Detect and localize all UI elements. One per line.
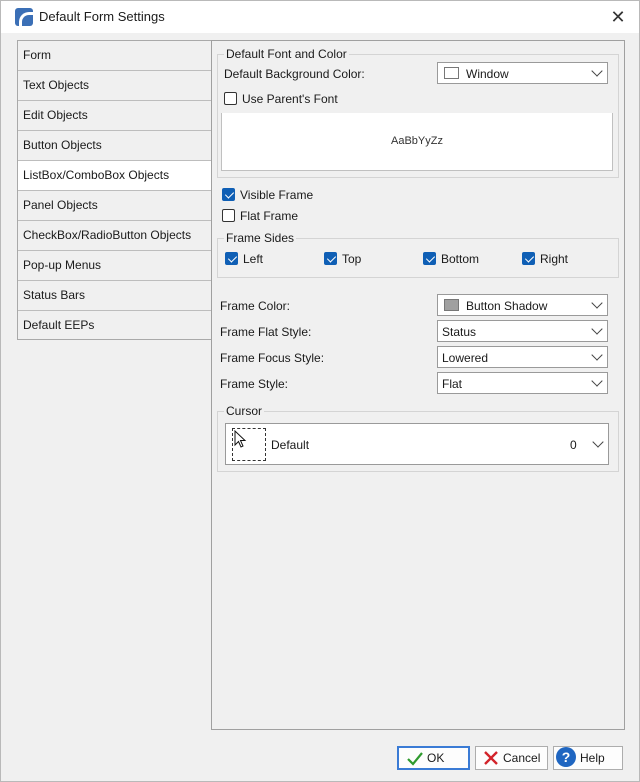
default-background-color-label: Default Background Color: xyxy=(224,67,365,81)
nav-item-panel-objects[interactable]: Panel Objects xyxy=(18,191,211,221)
cancel-button-label: Cancel xyxy=(503,751,541,765)
arrow-cursor-icon xyxy=(232,428,266,461)
chevron-down-icon xyxy=(591,323,603,335)
nav-item-default-eeps[interactable]: Default EEPs xyxy=(18,311,211,341)
frame-side-top-label: Top xyxy=(342,252,362,266)
frame-color-value: Button Shadow xyxy=(466,299,548,313)
chevron-down-icon xyxy=(591,297,603,309)
frame-flat-style-value: Status xyxy=(442,325,477,339)
frame-style-dropdown[interactable]: Flat xyxy=(437,372,608,394)
chevron-down-icon xyxy=(591,349,603,361)
category-list: Form Text Objects Edit Objects Button Ob… xyxy=(17,40,212,340)
background-color-value: Window xyxy=(466,67,509,81)
dialog-window: Default Form Settings ✕ Form Text Object… xyxy=(0,0,640,782)
frame-side-bottom-checkbox[interactable] xyxy=(423,252,436,265)
ok-button[interactable]: OK xyxy=(397,746,470,770)
frame-flat-style-label: Frame Flat Style: xyxy=(220,325,312,339)
help-button-label: Help xyxy=(580,751,605,765)
frame-color-label: Frame Color: xyxy=(220,299,291,313)
frame-side-left-checkbox[interactable] xyxy=(225,252,238,265)
frame-style-label: Frame Style: xyxy=(220,377,289,391)
frame-side-bottom-label: Bottom xyxy=(441,252,480,266)
use-parent-font-checkbox[interactable] xyxy=(224,92,237,105)
close-icon[interactable]: ✕ xyxy=(607,6,629,28)
font-color-group-title: Default Font and Color xyxy=(224,47,349,61)
frame-side-top-checkbox[interactable] xyxy=(324,252,337,265)
font-sample-text: AaBbYyZz xyxy=(391,135,443,147)
frame-focus-style-dropdown[interactable]: Lowered xyxy=(437,346,608,368)
cancel-x-icon xyxy=(484,751,498,765)
cursor-name: Default xyxy=(271,438,310,452)
visible-frame-label: Visible Frame xyxy=(240,188,314,202)
nav-item-popup-menus[interactable]: Pop-up Menus xyxy=(18,251,211,281)
frame-color-swatch xyxy=(444,299,459,311)
frame-focus-style-value: Lowered xyxy=(442,351,489,365)
cancel-button[interactable]: Cancel xyxy=(475,746,548,770)
frame-side-left-label: Left xyxy=(243,252,264,266)
checkmark-icon xyxy=(407,752,423,766)
help-button[interactable]: ? Help xyxy=(553,746,623,770)
app-icon xyxy=(15,8,33,26)
font-preview: AaBbYyZz xyxy=(221,113,613,171)
background-color-dropdown[interactable]: Window xyxy=(437,62,608,84)
help-icon: ? xyxy=(556,747,576,767)
frame-sides-group-title: Frame Sides xyxy=(224,231,297,245)
frame-style-value: Flat xyxy=(442,377,463,391)
nav-item-checkbox-radiobutton-objects[interactable]: CheckBox/RadioButton Objects xyxy=(18,221,211,251)
nav-item-edit-objects[interactable]: Edit Objects xyxy=(18,101,211,131)
nav-item-form[interactable]: Form xyxy=(18,41,211,71)
flat-frame-label: Flat Frame xyxy=(240,209,299,223)
chevron-down-icon xyxy=(591,65,603,77)
chevron-down-icon xyxy=(592,436,604,448)
cursor-group-title: Cursor xyxy=(224,404,265,418)
nav-item-status-bars[interactable]: Status Bars xyxy=(18,281,211,311)
nav-item-listbox-combobox-objects[interactable]: ListBox/ComboBox Objects xyxy=(18,161,211,191)
frame-side-right-label: Right xyxy=(540,252,569,266)
ok-button-label: OK xyxy=(427,751,445,765)
nav-item-text-objects[interactable]: Text Objects xyxy=(18,71,211,101)
background-color-swatch xyxy=(444,67,459,79)
nav-item-button-objects[interactable]: Button Objects xyxy=(18,131,211,161)
visible-frame-checkbox[interactable] xyxy=(222,188,235,201)
window-title: Default Form Settings xyxy=(39,9,165,24)
frame-flat-style-dropdown[interactable]: Status xyxy=(437,320,608,342)
frame-focus-style-label: Frame Focus Style: xyxy=(220,351,325,365)
cursor-number: 0 xyxy=(570,438,577,452)
use-parent-font-label: Use Parent's Font xyxy=(242,92,338,106)
title-bar: Default Form Settings ✕ xyxy=(1,1,639,33)
flat-frame-checkbox[interactable] xyxy=(222,209,235,222)
frame-color-dropdown[interactable]: Button Shadow xyxy=(437,294,608,316)
frame-side-right-checkbox[interactable] xyxy=(522,252,535,265)
cursor-dropdown[interactable]: Default 0 xyxy=(225,423,609,465)
chevron-down-icon xyxy=(591,375,603,387)
